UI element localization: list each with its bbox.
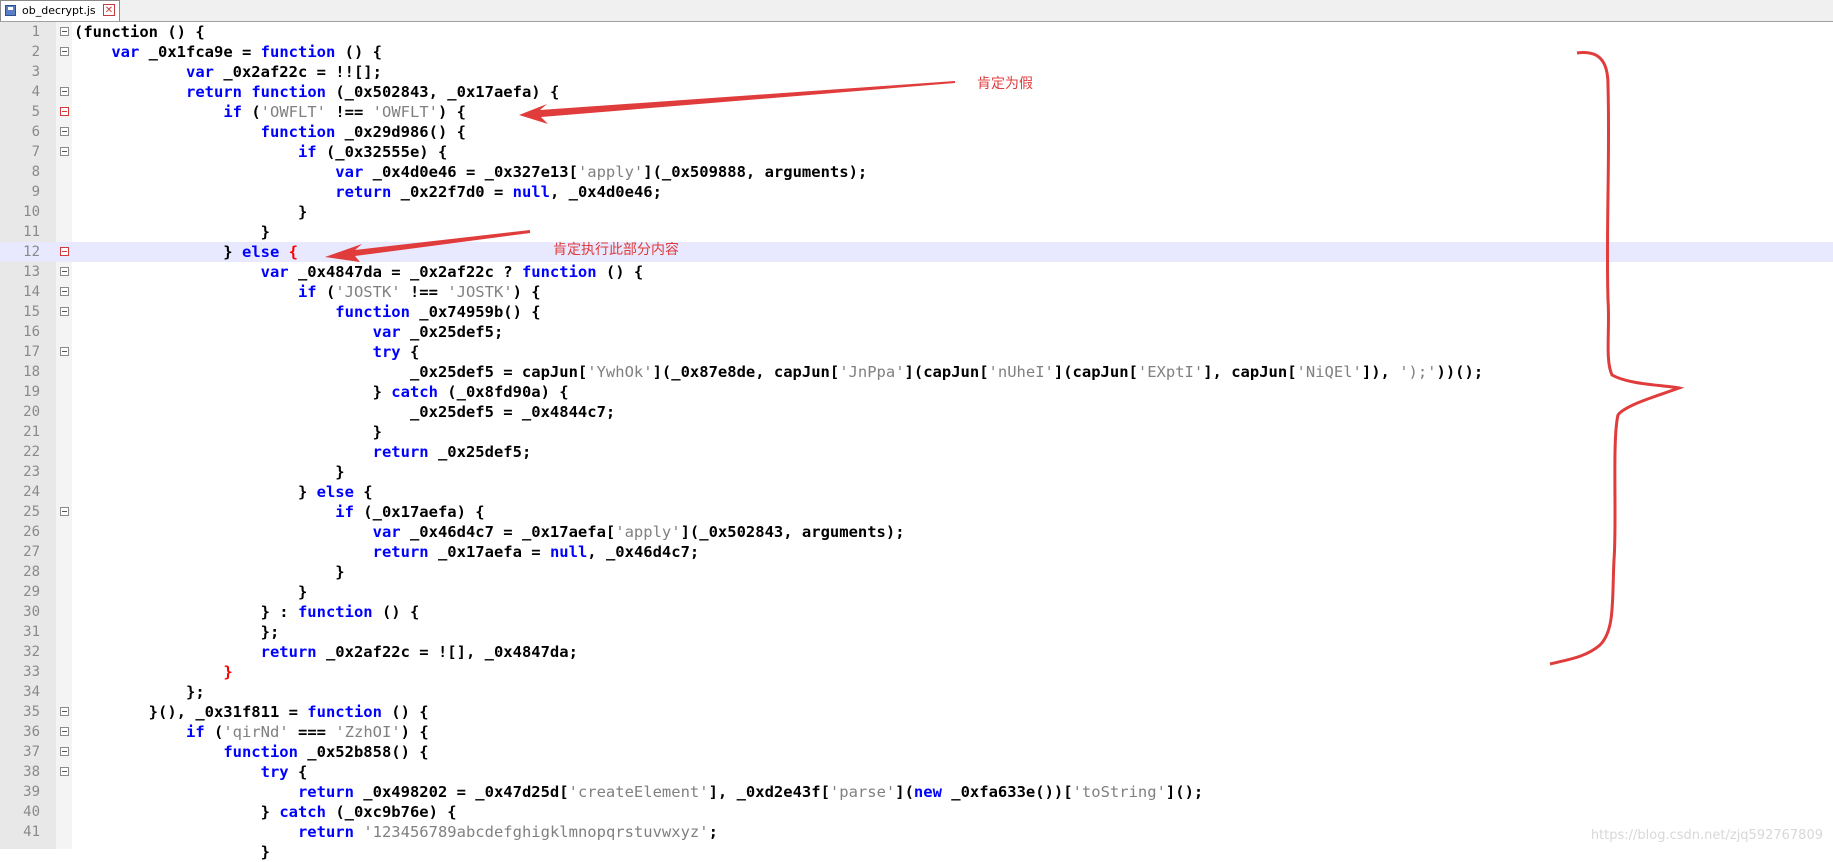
annotation-note-1: 肯定为假	[977, 76, 1033, 92]
annotation-arrow-1	[519, 81, 955, 124]
annotation-brace	[1549, 51, 1685, 666]
watermark: https://blog.csdn.net/zjq592767809	[1590, 828, 1823, 843]
annotation-arrow-2	[325, 230, 530, 262]
annotation-note-2: 肯定执行此部分内容	[553, 242, 679, 258]
annotation-layer	[325, 51, 1685, 666]
